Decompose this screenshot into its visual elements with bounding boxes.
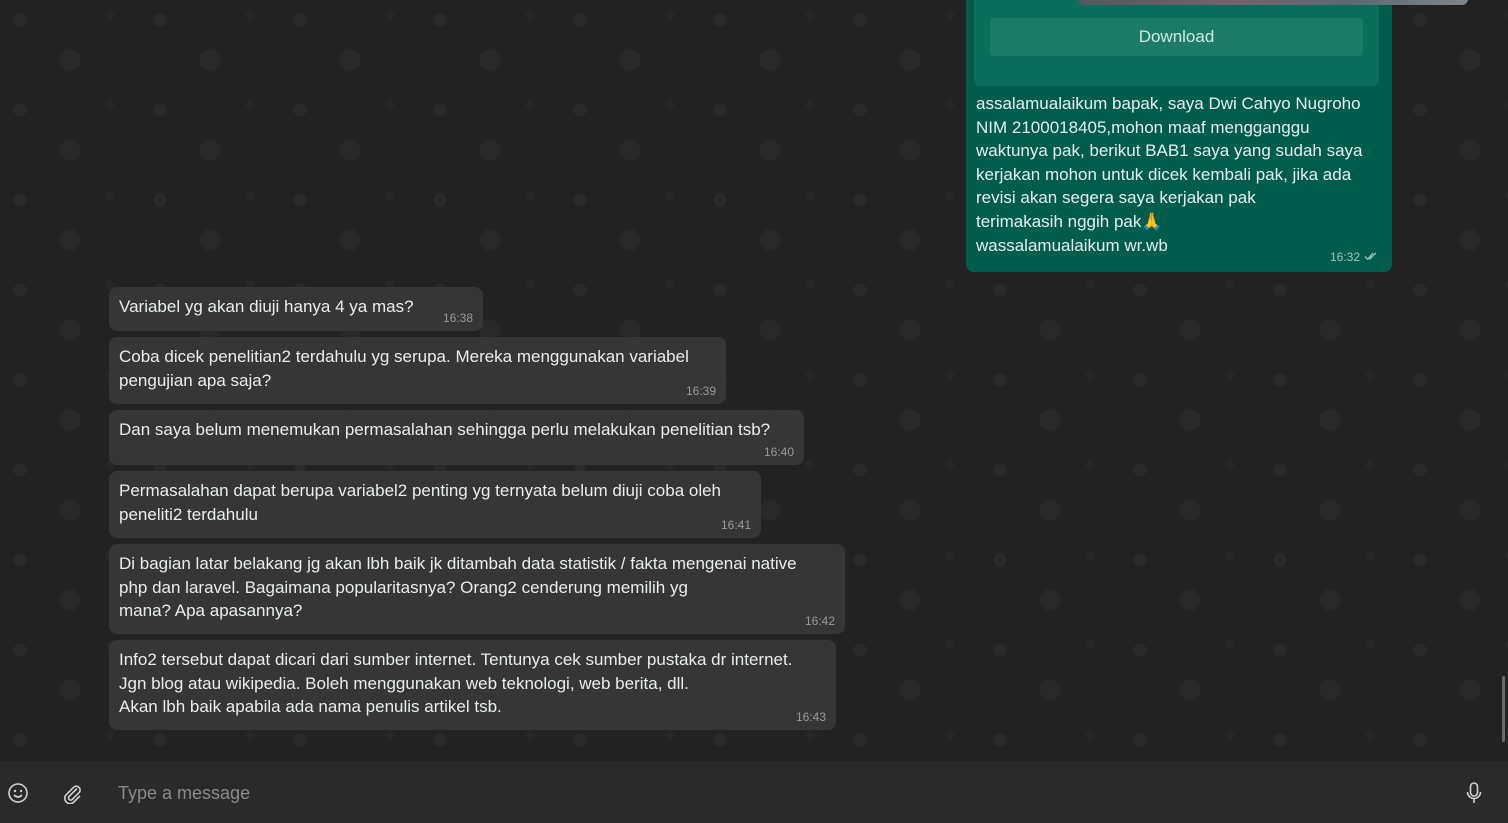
message-time: 16:43 (795, 710, 826, 724)
message-text: Info2 tersebut dapat dicari dari sumber … (119, 650, 793, 717)
message-time: 16:40 (763, 445, 794, 459)
message-time: 16:42 (804, 614, 835, 628)
double-check-icon (1364, 250, 1378, 264)
message-time: 16:39 (685, 384, 716, 398)
message-text: Di bagian latar belakang jg akan lbh bai… (119, 554, 797, 621)
emoji-icon[interactable] (6, 781, 30, 805)
message-text: Coba dicek penelitian2 terdahulu yg seru… (119, 347, 689, 390)
paperclip-icon[interactable] (60, 781, 84, 805)
message-composer (0, 762, 1508, 823)
message-time: 16:41 (720, 518, 751, 532)
incoming-message[interactable]: Variabel yg akan diuji hanya 4 ya mas? 1… (109, 287, 483, 331)
outgoing-message-meta: 16:32 (1330, 250, 1378, 264)
message-text: Dan saya belum menemukan permasalahan se… (119, 420, 771, 439)
incoming-message[interactable]: Dan saya belum menemukan permasalahan se… (109, 410, 804, 465)
incoming-message[interactable]: Permasalahan dapat berupa variabel2 pent… (109, 471, 761, 538)
incoming-message[interactable]: Info2 tersebut dapat dicari dari sumber … (109, 640, 836, 730)
download-button[interactable]: Download (990, 18, 1363, 56)
message-text: Variabel yg akan diuji hanya 4 ya mas? (119, 297, 414, 316)
incoming-message[interactable]: Coba dicek penelitian2 terdahulu yg seru… (109, 337, 726, 404)
message-time: 16:38 (442, 311, 473, 325)
chat-area[interactable]: Download assalamualaikum bapak, saya Dwi… (0, 0, 1508, 762)
microphone-icon[interactable] (1462, 781, 1486, 805)
message-input[interactable] (106, 775, 1436, 811)
document-thumbnail[interactable] (1078, 0, 1468, 5)
message-text: Permasalahan dapat berupa variabel2 pent… (119, 481, 722, 524)
outgoing-message-text: assalamualaikum bapak, saya Dwi Cahyo Nu… (976, 94, 1363, 255)
scrollbar-thumb[interactable] (1502, 676, 1505, 742)
outgoing-message[interactable]: Download assalamualaikum bapak, saya Dwi… (966, 0, 1468, 272)
document-attachment[interactable]: Download (974, 0, 1468, 86)
incoming-message[interactable]: Di bagian latar belakang jg akan lbh bai… (109, 544, 845, 634)
message-time: 16:32 (1329, 250, 1360, 264)
